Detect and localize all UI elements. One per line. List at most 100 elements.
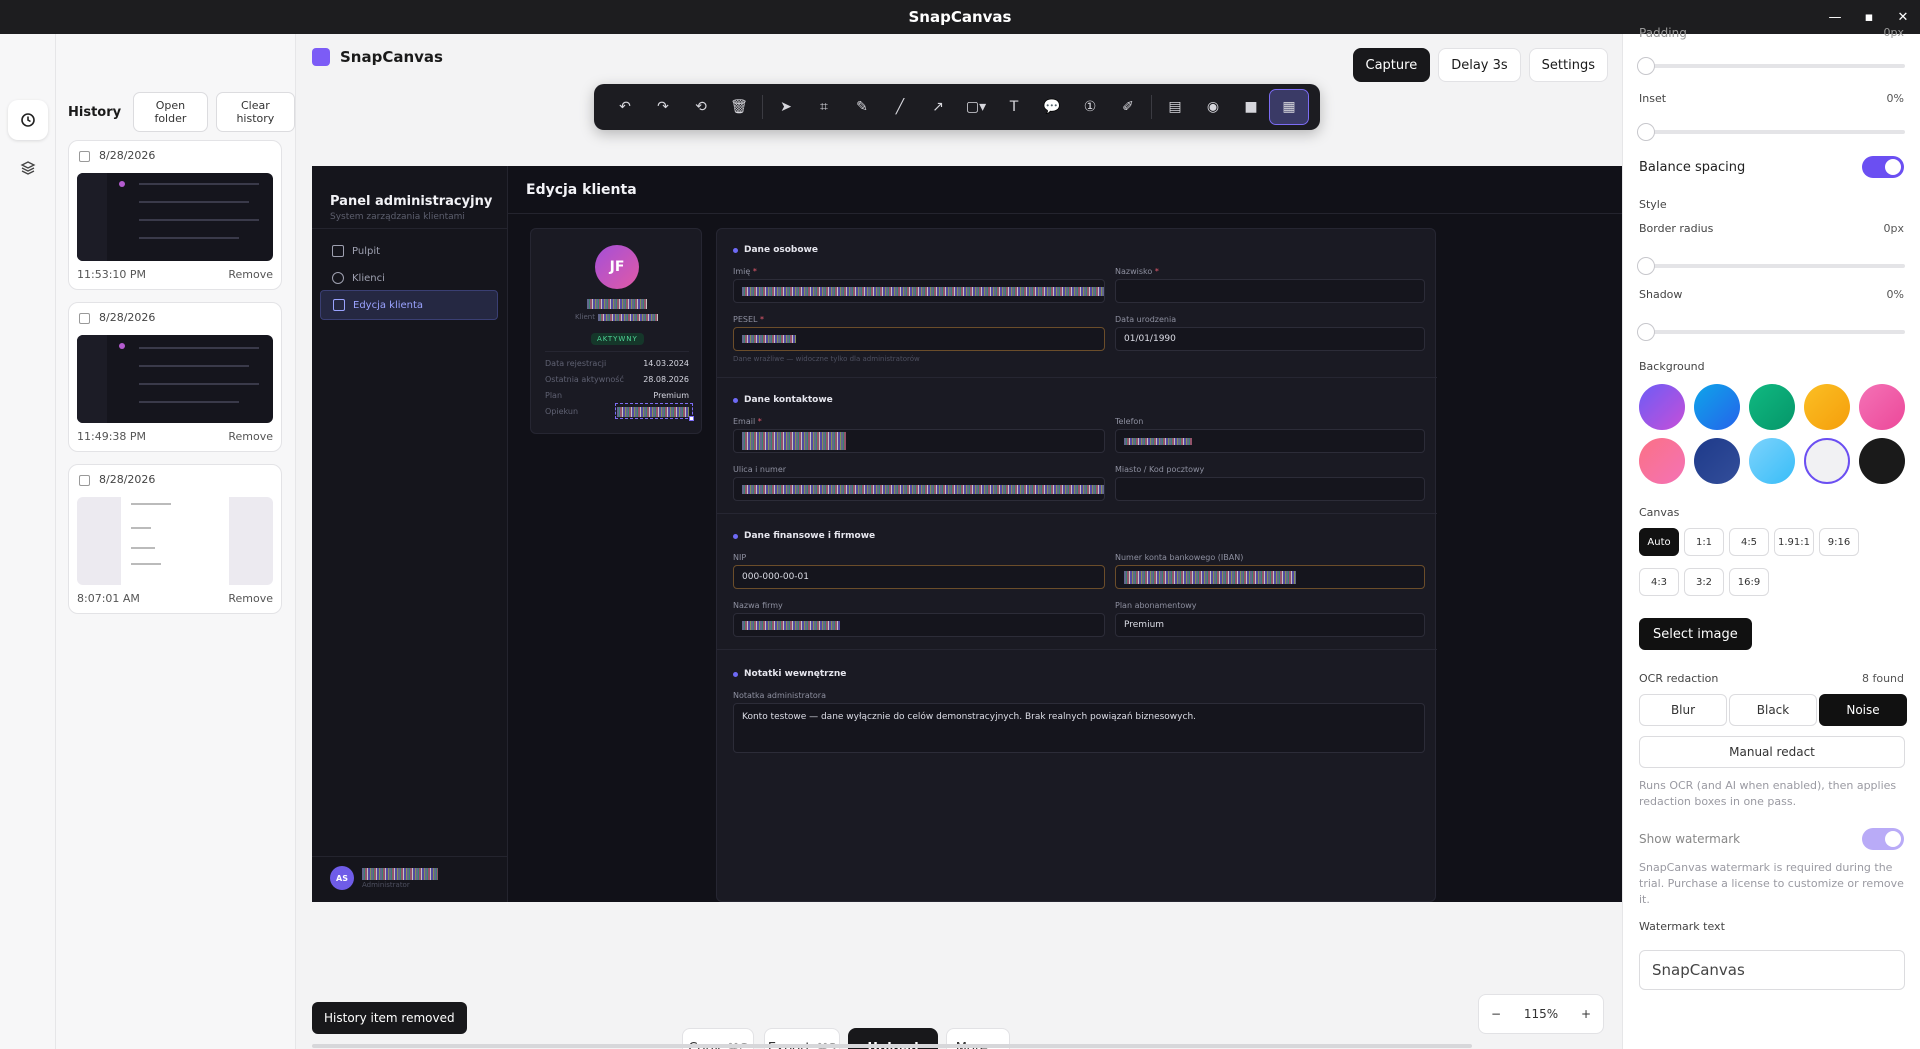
maximize-icon[interactable]: ▪ [1852, 0, 1886, 34]
fill-icon[interactable]: ■ [1232, 90, 1270, 124]
swatch-pink[interactable] [1859, 384, 1905, 430]
slider-handle[interactable] [1637, 57, 1655, 75]
select-image-button[interactable]: Select image [1639, 618, 1752, 650]
zoom-level: 115% [1523, 1007, 1559, 1021]
settings-panel: Padding 0px Inset 0% Balance spacing Sty… [1622, 26, 1920, 1049]
redact-blur-button[interactable]: Blur [1639, 694, 1727, 726]
text-icon[interactable]: T [995, 90, 1033, 124]
inset-slider[interactable] [1637, 123, 1905, 141]
slider-handle[interactable] [1637, 323, 1655, 341]
horizontal-scrollbar[interactable] [312, 1044, 1472, 1048]
capture-button[interactable]: Capture [1352, 48, 1431, 82]
screenshot-canvas[interactable]: Panel administracyjny System zarządzania… [312, 166, 1622, 902]
swatch-orange[interactable] [1804, 384, 1850, 430]
remove-link[interactable]: Remove [228, 268, 273, 281]
blur-icon[interactable]: ▤ [1156, 90, 1194, 124]
history-item[interactable]: 8/28/2026 11:53:10 PM Remove [68, 140, 282, 290]
ratio-9-16[interactable]: 9:16 [1819, 528, 1859, 556]
redo-icon[interactable]: ↷ [644, 90, 682, 124]
swatch-white[interactable] [1804, 438, 1850, 484]
pixelate-icon[interactable]: ▦ [1269, 89, 1309, 125]
minimize-icon[interactable]: — [1818, 0, 1852, 34]
balance-spacing-toggle[interactable] [1862, 156, 1904, 178]
border-radius-slider[interactable] [1637, 257, 1905, 275]
swatch-sky[interactable] [1749, 438, 1795, 484]
delay-button[interactable]: Delay 3s [1438, 48, 1521, 82]
history-icon[interactable] [8, 100, 48, 140]
app-name: SnapCanvas [340, 48, 443, 66]
field-imie [733, 279, 1105, 303]
watermark-toggle[interactable] [1862, 828, 1904, 850]
history-item[interactable]: 8/28/2026 11:49:38 PM Remove [68, 302, 282, 452]
remove-link[interactable]: Remove [228, 592, 273, 605]
swatch-green[interactable] [1749, 384, 1795, 430]
swatch-navy[interactable] [1694, 438, 1740, 484]
slider-handle[interactable] [1637, 257, 1655, 275]
slider-handle[interactable] [1637, 123, 1655, 141]
shape-icon[interactable]: ▢▾ [957, 90, 995, 124]
reset-icon[interactable]: ⟲ [682, 90, 720, 124]
remove-link[interactable]: Remove [228, 430, 273, 443]
swatch-rose[interactable] [1639, 438, 1685, 484]
canvas-user: AS Administrator [330, 866, 438, 890]
avatar: AS [330, 866, 354, 890]
history-item-checkbox[interactable] [79, 151, 90, 162]
shadow-slider[interactable] [1637, 323, 1905, 341]
trash-icon[interactable]: 🗑 [720, 90, 758, 124]
crop-icon[interactable]: ⌗ [805, 90, 843, 124]
resize-handle[interactable] [689, 416, 694, 421]
history-item-checkbox[interactable] [79, 475, 90, 486]
swatch-black[interactable] [1859, 438, 1905, 484]
redact-noise-button[interactable]: Noise [1819, 694, 1907, 726]
spotlight-icon[interactable]: ◉ [1194, 90, 1232, 124]
line-icon[interactable]: ╱ [881, 90, 919, 124]
top-actions: Capture Delay 3s Settings [1352, 48, 1608, 82]
history-item[interactable]: 8/28/2026 8:07:01 AM Remove [68, 464, 282, 614]
history-header: History Open folder Clear history [68, 92, 295, 132]
label-notatka: Notatka administratora [733, 691, 826, 700]
field-telefon [1115, 429, 1425, 453]
selection-box[interactable] [615, 403, 693, 419]
ratio-1-1[interactable]: 1:1 [1684, 528, 1724, 556]
history-item-checkbox[interactable] [79, 313, 90, 324]
redacted-name [587, 299, 647, 309]
redacted-value [742, 335, 796, 343]
zoom-out-button[interactable]: − [1491, 1007, 1501, 1021]
counter-icon[interactable]: ① [1071, 90, 1109, 124]
arrow-icon[interactable]: ↗ [919, 90, 957, 124]
clear-history-button[interactable]: Clear history [215, 92, 295, 132]
comment-icon[interactable]: 💬 [1033, 90, 1071, 124]
ratio-4-3[interactable]: 4:3 [1639, 568, 1679, 596]
redact-black-button[interactable]: Black [1729, 694, 1817, 726]
manual-redact-button[interactable]: Manual redact [1639, 736, 1905, 768]
ratio-16-9[interactable]: 16:9 [1729, 568, 1769, 596]
label-data-urodzenia: Data urodzenia [1115, 315, 1177, 324]
swatch-purple[interactable] [1639, 384, 1685, 430]
padding-value: 0px [1883, 26, 1905, 39]
settings-button[interactable]: Settings [1528, 48, 1608, 82]
ocr-found-count: 8 found [1861, 672, 1904, 685]
swatch-blue[interactable] [1694, 384, 1740, 430]
zoom-in-button[interactable]: + [1581, 1007, 1591, 1021]
ratio-1-91-1[interactable]: 1.91:1 [1774, 528, 1814, 556]
label-nip: NIP [733, 553, 747, 562]
users-icon [332, 272, 344, 284]
history-item-thumbnail[interactable] [77, 497, 273, 585]
ratio-auto[interactable]: Auto [1639, 528, 1679, 556]
undo-icon[interactable]: ↶ [606, 90, 644, 124]
show-watermark-label: Show watermark [1639, 832, 1741, 846]
ratio-4-5[interactable]: 4:5 [1729, 528, 1769, 556]
highlighter-icon[interactable]: ✐ [1109, 90, 1147, 124]
client-id: Klient [575, 313, 658, 321]
select-icon[interactable]: ➤ [767, 90, 805, 124]
ratio-3-2[interactable]: 3:2 [1684, 568, 1724, 596]
layers-icon[interactable] [8, 148, 48, 188]
field-data-urodzenia: 01/01/1990 [1115, 327, 1425, 351]
label-telefon: Telefon [1115, 417, 1144, 426]
history-item-thumbnail[interactable] [77, 173, 273, 261]
padding-slider[interactable] [1637, 57, 1905, 75]
open-folder-button[interactable]: Open folder [133, 92, 208, 132]
pen-icon[interactable]: ✎ [843, 90, 881, 124]
history-item-thumbnail[interactable] [77, 335, 273, 423]
watermark-text-input[interactable]: SnapCanvas [1639, 950, 1905, 990]
